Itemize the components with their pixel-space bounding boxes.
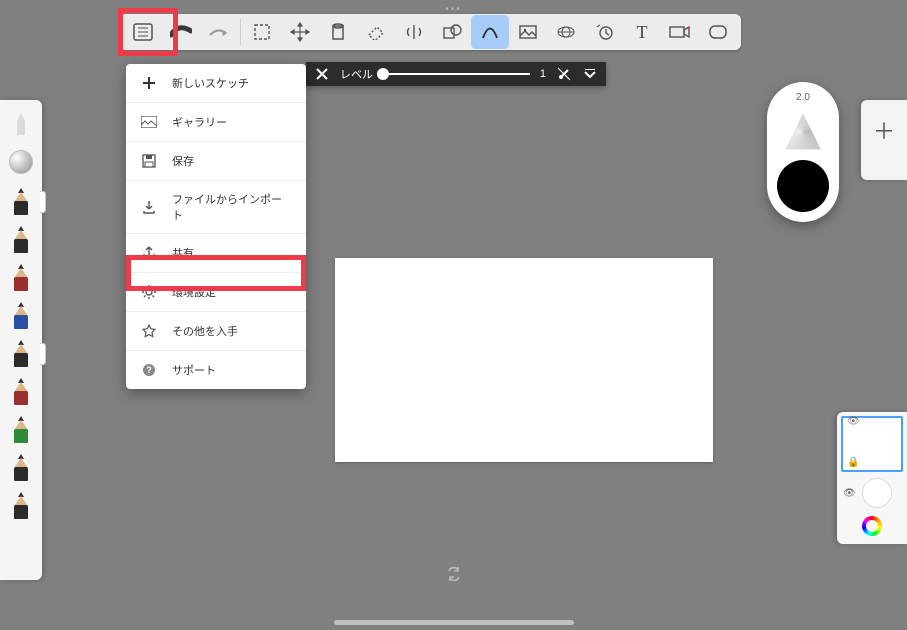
chevron-down-icon[interactable] [582, 66, 598, 82]
brush-preset[interactable] [2, 219, 40, 257]
brush-preset[interactable] [2, 105, 40, 143]
brush-round-icon [9, 150, 33, 174]
curve-icon[interactable] [471, 15, 509, 49]
text-icon[interactable]: T [623, 15, 661, 49]
gear-icon [140, 283, 158, 301]
brush-plain-icon [10, 113, 32, 135]
menu-share[interactable]: 共有 [126, 234, 306, 273]
layers-panel: 👁 🔒 👁 [837, 412, 907, 544]
pencil-icon [14, 489, 28, 519]
brush-preset[interactable] [2, 295, 40, 333]
menu-label: 保存 [172, 153, 194, 169]
pencil-icon [14, 337, 28, 367]
perspective-icon[interactable] [547, 15, 585, 49]
gallery-icon [140, 113, 158, 131]
eraser-icon[interactable] [357, 15, 395, 49]
close-icon[interactable] [314, 66, 330, 82]
pencil-icon [14, 375, 28, 405]
add-panel: ＋ [861, 100, 907, 180]
brush-preset[interactable] [2, 447, 40, 485]
redo-arrow-icon[interactable] [200, 15, 238, 49]
menu-get-more[interactable]: その他を入手 [126, 312, 306, 351]
brush-palette [0, 100, 42, 580]
main-toolbar: T [120, 14, 741, 50]
brush-preset[interactable] [2, 143, 40, 181]
menu-gallery[interactable]: ギャラリー [126, 103, 306, 142]
level-bar: レベル 1 [306, 62, 606, 86]
level-value: 1 [540, 68, 546, 80]
pencil-icon [14, 413, 28, 443]
plus-icon[interactable]: ＋ [873, 114, 895, 146]
menu-label: 共有 [172, 245, 194, 261]
pencil-icon [14, 299, 28, 329]
layer-thumbnail[interactable]: 👁 🔒 [841, 416, 903, 472]
menu-label: 新しいスケッチ [172, 75, 249, 91]
menu-label: 環境設定 [172, 284, 216, 300]
image-icon[interactable] [509, 15, 547, 49]
background-layer[interactable]: 👁 [837, 476, 907, 510]
menu-icon[interactable] [124, 15, 162, 49]
menu-preferences[interactable]: 環境設定 [126, 273, 306, 312]
level-slider[interactable] [383, 73, 530, 75]
shape-icon[interactable] [433, 15, 471, 49]
color-wheel-icon[interactable] [862, 516, 882, 536]
pencil-icon [14, 451, 28, 481]
brush-preset[interactable] [2, 257, 40, 295]
slider-thumb[interactable] [377, 68, 389, 80]
symmetry-icon[interactable] [395, 15, 433, 49]
plus-icon [140, 74, 158, 92]
fullscreen-icon[interactable] [699, 15, 737, 49]
toolbar-separator [240, 19, 241, 45]
brush-preset[interactable] [2, 181, 40, 219]
brush-size-label: 2.0 [796, 92, 810, 103]
star-icon [140, 322, 158, 340]
menu-save[interactable]: 保存 [126, 142, 306, 181]
import-icon [140, 198, 158, 216]
pencil-icon [14, 261, 28, 291]
refresh-icon[interactable] [446, 566, 462, 582]
save-icon [140, 152, 158, 170]
brush-preset[interactable] [2, 371, 40, 409]
drawing-canvas[interactable] [335, 258, 713, 462]
brush-tip-preview [785, 114, 821, 150]
brush-preset[interactable] [2, 485, 40, 523]
menu-label: その他を入手 [172, 323, 238, 339]
help-icon: ? [140, 361, 158, 379]
pressure-icon[interactable] [556, 66, 572, 82]
brush-stroke-icon[interactable] [162, 15, 200, 49]
menu-support[interactable]: ? サポート [126, 351, 306, 389]
background-swatch [862, 478, 892, 508]
timelapse-icon[interactable] [585, 15, 623, 49]
pencil-icon [14, 185, 28, 215]
menu-label: サポート [172, 362, 216, 378]
menu-label: ギャラリー [172, 114, 227, 130]
lock-icon[interactable]: 🔒 [847, 457, 859, 468]
share-icon [140, 244, 158, 262]
eye-icon[interactable]: 👁 [847, 416, 860, 427]
menu-label: ファイルからインポート [172, 191, 292, 223]
pencil-icon [14, 223, 28, 253]
selection-icon[interactable] [243, 15, 281, 49]
brush-preset[interactable] [2, 409, 40, 447]
current-color-swatch[interactable] [777, 160, 829, 212]
brush-puck[interactable]: 2.0 [767, 82, 839, 222]
fill-icon[interactable] [319, 15, 357, 49]
main-menu-dropdown: 新しいスケッチ ギャラリー 保存 ファイルからインポート 共有 環境設定 その他… [126, 64, 306, 389]
brush-preset[interactable] [2, 333, 40, 371]
menu-new-sketch[interactable]: 新しいスケッチ [126, 64, 306, 103]
eye-icon[interactable]: 👁 [843, 488, 856, 499]
svg-text:?: ? [146, 365, 152, 375]
move-icon[interactable] [281, 15, 319, 49]
home-indicator[interactable] [334, 620, 574, 625]
camera-icon[interactable] [661, 15, 699, 49]
menu-import[interactable]: ファイルからインポート [126, 181, 306, 234]
level-label: レベル [340, 66, 373, 82]
